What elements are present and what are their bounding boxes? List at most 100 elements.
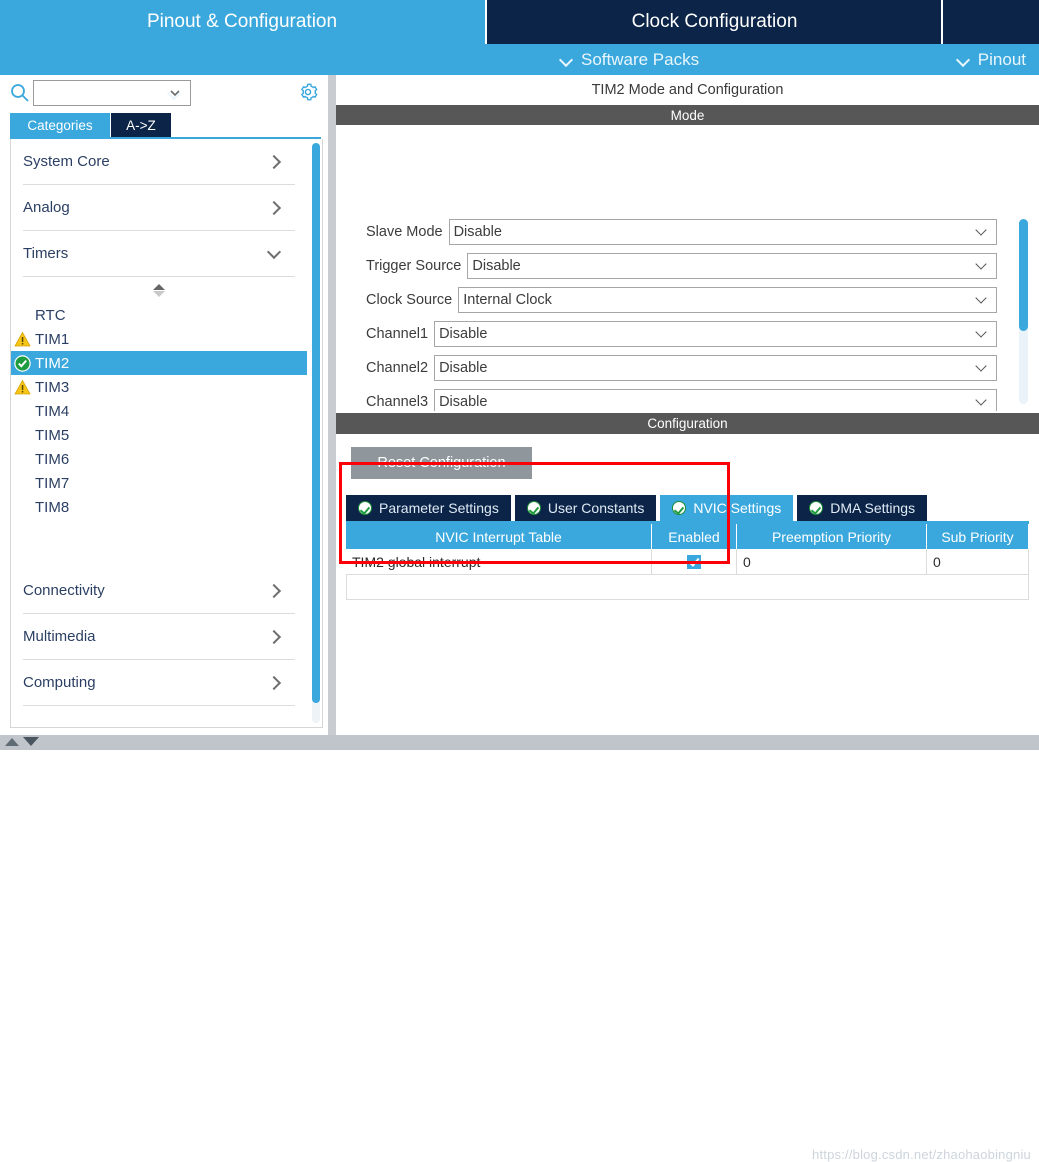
sidebar-item-tim5[interactable]: TIM5 <box>11 423 307 447</box>
chevron-down-icon <box>977 364 988 371</box>
scroll-down-icon[interactable] <box>23 737 39 746</box>
reset-configuration-button[interactable]: Reset Configuration <box>351 447 532 479</box>
chevron-right-icon <box>268 677 279 688</box>
search-dropdown-button[interactable] <box>160 80 191 106</box>
cell-preemption-priority[interactable]: 0 <box>737 549 927 574</box>
nav-software-packs[interactable]: Software Packs <box>560 44 699 75</box>
sidebar-item-analog-label: Analog <box>23 199 70 216</box>
sidebar-scrollbar[interactable] <box>312 143 320 723</box>
scroll-up-icon[interactable] <box>5 737 19 746</box>
mode-scrollbar-thumb[interactable] <box>1019 219 1028 331</box>
tab-pinout-configuration-label: Pinout & Configuration <box>146 11 338 32</box>
search-row <box>0 75 328 110</box>
chevron-down-icon <box>977 330 988 337</box>
mode-section-header: Mode <box>336 105 1039 125</box>
tree-scroll-spinner[interactable] <box>11 277 307 303</box>
field-trigger-source: Trigger Source Disable <box>336 251 1039 281</box>
watermark: https://blog.csdn.net/zhaohaobingniu <box>812 1147 1031 1162</box>
channel3-value: Disable <box>439 394 488 410</box>
field-channel2-label: Channel2 <box>366 360 429 376</box>
tab-pinout-configuration[interactable]: Pinout & Configuration <box>0 0 484 44</box>
table-header-row: NVIC Interrupt Table Enabled Preemption … <box>346 524 1029 549</box>
tab-extra[interactable] <box>941 0 1039 44</box>
sidebar-item-tim3-label: TIM3 <box>35 378 70 396</box>
mode-scrollbar[interactable] <box>1019 219 1028 404</box>
sidebar-item-tim3[interactable]: TIM3 <box>11 375 307 399</box>
slave-mode-select[interactable]: Disable <box>448 219 997 245</box>
sidebar-item-multimedia[interactable]: Multimedia <box>23 614 295 660</box>
sidebar-item-multimedia-label: Multimedia <box>23 628 96 645</box>
sidebar-item-computing-label: Computing <box>23 674 96 691</box>
field-slave-mode: Slave Mode Disable <box>336 217 1039 247</box>
channel2-value: Disable <box>439 360 488 376</box>
sidebar-item-tim4[interactable]: TIM4 <box>11 399 307 423</box>
mode-section-header-label: Mode <box>670 107 705 123</box>
channel3-select[interactable]: Disable <box>434 389 997 411</box>
configuration-tabs: Parameter Settings User Constants NVIC S… <box>346 495 931 521</box>
tab-parameter-settings[interactable]: Parameter Settings <box>346 495 511 521</box>
column-header-nvic-interrupt-table[interactable]: NVIC Interrupt Table <box>346 524 652 549</box>
tab-clock-configuration[interactable]: Clock Configuration <box>485 0 942 44</box>
tab-parameter-settings-label: Parameter Settings <box>379 500 499 516</box>
column-header-sub-priority[interactable]: Sub Priority <box>927 524 1029 549</box>
cell-enabled[interactable] <box>652 549 737 574</box>
spinner-down-icon[interactable] <box>153 290 165 297</box>
field-channel3-label: Channel3 <box>366 394 429 410</box>
spinner-up-icon[interactable] <box>153 283 165 290</box>
clock-source-select[interactable]: Internal Clock <box>458 287 997 313</box>
sub-navigation-bar: Software Packs Pinout <box>0 44 1039 75</box>
tab-nvic-settings[interactable]: NVIC Settings <box>660 495 794 521</box>
gear-icon[interactable] <box>297 81 319 103</box>
sidebar-item-tim6-label: TIM6 <box>35 450 70 468</box>
channel1-select[interactable]: Disable <box>434 321 997 347</box>
channel2-select[interactable]: Disable <box>434 355 997 381</box>
tab-categories[interactable]: Categories <box>10 113 110 137</box>
column-header-enabled[interactable]: Enabled <box>652 524 737 549</box>
sidebar-item-analog[interactable]: Analog <box>23 185 295 231</box>
chevron-down-icon <box>957 53 971 67</box>
ip-tree-sidebar: Categories A->Z System Core Analog Timer… <box>0 75 328 735</box>
field-clock-source-label: Clock Source <box>366 292 453 308</box>
check-circle-icon <box>14 355 31 372</box>
search-input[interactable] <box>34 81 161 105</box>
page-title: TIM2 Mode and Configuration <box>336 75 1039 105</box>
enabled-checkbox[interactable] <box>687 554 701 569</box>
search-icon <box>11 84 29 102</box>
sidebar-item-tim7[interactable]: TIM7 <box>11 471 307 495</box>
sidebar-scrollbar-thumb[interactable] <box>312 143 320 703</box>
search-input-box[interactable] <box>33 80 162 106</box>
stm32cubemx-window: Pinout & Configuration Clock Configurati… <box>0 0 1039 1162</box>
sidebar-item-tim1[interactable]: TIM1 <box>11 327 307 351</box>
tab-user-constants[interactable]: User Constants <box>514 495 657 521</box>
sidebar-item-computing[interactable]: Computing <box>23 660 295 706</box>
sidebar-item-tim8[interactable]: TIM8 <box>11 495 307 519</box>
sidebar-item-tim2[interactable]: TIM2 <box>11 351 307 375</box>
sidebar-item-tim5-label: TIM5 <box>35 426 70 444</box>
panel-splitter[interactable] <box>328 75 336 735</box>
nav-pinout[interactable]: Pinout <box>957 44 1026 75</box>
sidebar-item-timers[interactable]: Timers <box>23 231 295 277</box>
ip-tree-content: System Core Analog Timers RTC TIM1 TIM2 … <box>11 139 307 727</box>
check-circle-icon <box>358 501 372 515</box>
trigger-source-select[interactable]: Disable <box>467 253 997 279</box>
chevron-down-icon <box>977 296 988 303</box>
chevron-down-icon <box>977 262 988 269</box>
tab-a-to-z[interactable]: A->Z <box>111 113 171 137</box>
sidebar-item-system-core[interactable]: System Core <box>23 139 295 185</box>
sidebar-item-connectivity[interactable]: Connectivity <box>23 568 295 614</box>
bottom-scroll-arrows[interactable] <box>5 737 39 746</box>
tab-dma-settings[interactable]: DMA Settings <box>797 495 928 521</box>
tab-categories-label: Categories <box>27 117 93 133</box>
column-header-preemption-priority[interactable]: Preemption Priority <box>737 524 927 549</box>
tab-nvic-settings-label: NVIC Settings <box>693 500 782 516</box>
clock-source-value: Internal Clock <box>463 292 552 308</box>
table-row[interactable]: TIM2 global interrupt 0 0 <box>346 549 1029 575</box>
chevron-right-icon <box>268 631 279 642</box>
cell-sub-priority[interactable]: 0 <box>927 549 1029 574</box>
configuration-section-body: Reset Configuration Parameter Settings U… <box>336 434 1039 1162</box>
sidebar-item-tim6[interactable]: TIM6 <box>11 447 307 471</box>
sidebar-item-rtc-label: RTC <box>35 306 66 324</box>
sidebar-item-rtc[interactable]: RTC <box>11 303 307 327</box>
field-channel2: Channel2 Disable <box>336 353 1039 383</box>
sidebar-item-system-core-label: System Core <box>23 153 110 170</box>
